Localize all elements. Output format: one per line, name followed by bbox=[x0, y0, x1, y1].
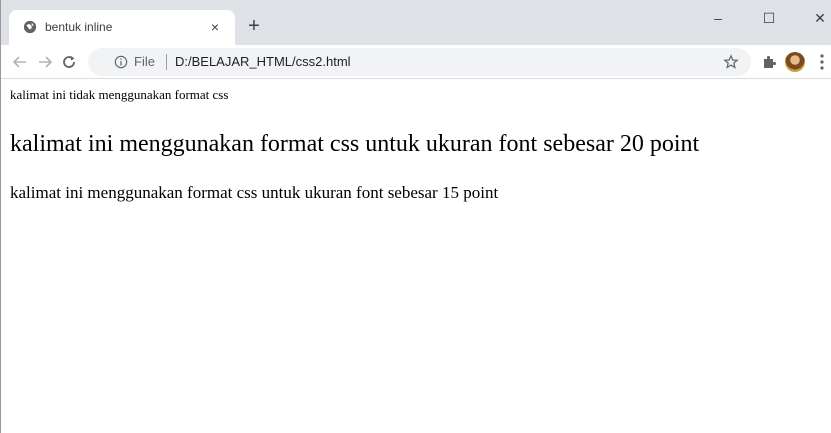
globe-icon bbox=[23, 20, 37, 34]
address-bar[interactable]: File D:/BELAJAR_HTML/css2.html bbox=[88, 48, 751, 76]
more-vert-icon[interactable] bbox=[819, 53, 825, 71]
back-button[interactable] bbox=[10, 52, 30, 72]
browser-toolbar: File D:/BELAJAR_HTML/css2.html bbox=[1, 45, 831, 79]
browser-window: bentuk inline × + – ☐ ✕ File D:/BELAJAR_… bbox=[0, 0, 831, 433]
scheme-label: File bbox=[134, 54, 155, 69]
puzzle-icon[interactable] bbox=[761, 54, 777, 70]
star-icon[interactable] bbox=[723, 54, 739, 70]
new-tab-button[interactable]: + bbox=[244, 16, 264, 36]
reload-button[interactable] bbox=[59, 52, 79, 72]
info-icon[interactable] bbox=[114, 55, 128, 69]
omnibox-separator bbox=[166, 54, 167, 70]
arrow-right-icon bbox=[39, 56, 53, 68]
tab-close-icon[interactable]: × bbox=[207, 19, 223, 35]
arrow-left-icon bbox=[12, 56, 26, 68]
text-15pt: kalimat ini menggunakan format css untuk… bbox=[10, 183, 499, 202]
reload-icon bbox=[63, 56, 75, 68]
tab-strip: bentuk inline × + – ☐ ✕ bbox=[1, 0, 831, 45]
url-text[interactable]: D:/BELAJAR_HTML/css2.html bbox=[175, 55, 351, 69]
minimize-button[interactable]: – bbox=[703, 8, 733, 28]
text-20pt: kalimat ini menggunakan format css untuk… bbox=[10, 131, 700, 157]
close-window-button[interactable]: ✕ bbox=[805, 8, 831, 28]
avatar[interactable] bbox=[785, 52, 805, 72]
active-tab[interactable]: bentuk inline × bbox=[9, 10, 235, 45]
tab-title: bentuk inline bbox=[45, 20, 113, 34]
maximize-button[interactable]: ☐ bbox=[754, 8, 784, 28]
forward-button[interactable] bbox=[35, 52, 55, 72]
text-no-css: kalimat ini tidak menggunakan format css bbox=[10, 87, 229, 102]
